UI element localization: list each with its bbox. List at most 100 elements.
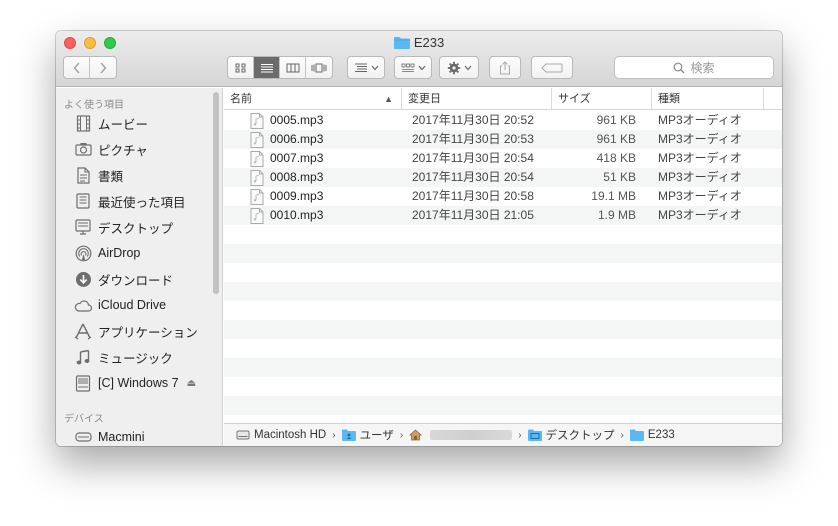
path-item-desktop[interactable]: デスクトップ <box>527 427 615 443</box>
harddrive-icon <box>236 429 250 441</box>
sidebar-item-desktop[interactable]: デスクトップ <box>73 216 173 238</box>
desktop-icon <box>73 218 93 236</box>
sidebar-item-label: ムービー <box>98 117 149 132</box>
music-icon <box>73 348 93 366</box>
window-title: E233 <box>56 35 782 52</box>
sidebar-item-label: Macmini <box>98 430 145 444</box>
list-view-button[interactable] <box>254 57 280 78</box>
chevron-left-icon <box>73 62 80 73</box>
file-size: 418 KB <box>596 151 636 165</box>
chevron-right-icon: › <box>620 429 624 441</box>
file-kind: MP3オーディオ <box>658 113 742 127</box>
table-row[interactable]: 0007.mp3 2017年11月30日 20:54 418 KB MP3オーデ… <box>224 149 782 168</box>
sidebar-item-windows7[interactable]: [C] Windows 7 ⏏ <box>73 372 196 394</box>
path-bar: Macintosh HD › ユーザ › › デスクトップ › E233 <box>224 423 782 446</box>
column-header-name[interactable]: 名前 ▲ <box>224 88 402 110</box>
icon-view-button[interactable] <box>228 57 254 78</box>
file-date: 2017年11月30日 20:52 <box>412 113 534 127</box>
sidebar-item-downloads[interactable]: ダウンロード <box>73 268 173 290</box>
search-field[interactable]: 検索 <box>614 56 774 79</box>
column-header-kind[interactable]: 種類 <box>652 88 764 110</box>
column-header-date[interactable]: 変更日 <box>402 88 552 110</box>
path-item-disk[interactable]: Macintosh HD <box>236 429 326 441</box>
toolbar: E233 検索 <box>56 31 782 87</box>
arrange-button[interactable] <box>394 56 432 79</box>
empty-row <box>224 263 782 282</box>
search-icon <box>674 62 685 73</box>
sidebar-item-label: AirDrop <box>98 246 141 260</box>
gallery-view-button[interactable] <box>306 57 332 78</box>
sidebar-item-airdrop[interactable]: AirDrop <box>73 242 140 264</box>
sidebar-item-label: iCloud Drive <box>98 298 167 312</box>
path-item-users[interactable]: ユーザ <box>341 427 394 443</box>
audio-file-icon <box>250 150 264 167</box>
sidebar-item-label: 最近使った項目 <box>98 195 186 210</box>
users-folder-icon <box>341 429 356 441</box>
sidebar-item-recents[interactable]: 最近使った項目 <box>73 190 186 212</box>
chevron-down-icon <box>464 65 471 70</box>
column-view-button[interactable] <box>280 57 306 78</box>
file-kind: MP3オーディオ <box>658 189 742 203</box>
home-icon <box>409 429 423 441</box>
table-row[interactable]: 0010.mp3 2017年11月30日 21:05 1.9 MB MP3オーデ… <box>224 206 782 225</box>
chevron-right-icon: › <box>399 429 404 441</box>
action-button[interactable] <box>439 56 479 79</box>
column-header-name-label: 名前 <box>230 93 252 105</box>
view-mode-control <box>227 56 333 79</box>
sidebar-item-icloud[interactable]: iCloud Drive <box>73 294 166 316</box>
camera-icon <box>73 140 93 158</box>
audio-file-icon <box>250 112 264 129</box>
nav-buttons <box>63 56 117 79</box>
chevron-right-icon <box>100 62 107 73</box>
grid-icon <box>235 63 245 72</box>
eject-icon[interactable]: ⏏ <box>187 378 196 389</box>
sort-ascending-icon: ▲ <box>384 94 393 104</box>
file-size: 19.1 MB <box>591 189 636 203</box>
audio-file-icon <box>250 131 264 148</box>
sidebar-item-pictures[interactable]: ピクチャ <box>73 138 148 160</box>
sidebar-item-music[interactable]: ミュージック <box>73 346 173 368</box>
sidebar-item-label: アプリケーション <box>98 325 198 340</box>
sidebar-item-movies[interactable]: ムービー <box>73 112 148 134</box>
column-headers: 名前 ▲ 変更日 サイズ 種類 <box>224 88 782 110</box>
group-by-button[interactable] <box>347 56 385 79</box>
file-size: 1.9 MB <box>597 208 636 222</box>
gear-icon <box>447 61 460 74</box>
path-item-folder[interactable]: E233 <box>629 429 675 441</box>
file-name: 0008.mp3 <box>270 170 324 184</box>
list-icon <box>260 63 273 72</box>
sidebar-item-label: ダウンロード <box>98 273 174 288</box>
file-kind: MP3オーディオ <box>658 208 742 222</box>
column-header-size[interactable]: サイズ <box>552 88 652 110</box>
back-button[interactable] <box>64 57 90 78</box>
sidebar-item-applications[interactable]: アプリケーション <box>73 320 198 342</box>
empty-row <box>224 282 782 301</box>
sidebar-item-documents[interactable]: 書類 <box>73 164 123 186</box>
sidebar-item-macmini[interactable]: Macmini <box>73 426 145 446</box>
document-icon <box>73 166 93 184</box>
column-header-date-label: 変更日 <box>408 93 441 105</box>
chevron-down-icon <box>418 65 425 70</box>
empty-row <box>224 225 782 244</box>
empty-row <box>224 339 782 358</box>
table-row[interactable]: 0008.mp3 2017年11月30日 20:54 51 KB MP3オーディ… <box>224 168 782 187</box>
table-row[interactable]: 0009.mp3 2017年11月30日 20:58 19.1 MB MP3オー… <box>224 187 782 206</box>
forward-button[interactable] <box>90 57 116 78</box>
sidebar-item-label: デスクトップ <box>98 221 174 236</box>
desktop-folder-icon <box>527 429 542 441</box>
tags-button[interactable] <box>531 56 573 79</box>
share-button[interactable] <box>489 56 521 79</box>
file-size: 961 KB <box>596 132 636 146</box>
path-label: E233 <box>647 429 675 441</box>
download-icon <box>73 270 93 288</box>
file-date: 2017年11月30日 20:53 <box>412 132 534 146</box>
arrange-grid-icon <box>401 63 414 72</box>
film-icon <box>73 114 93 132</box>
file-date: 2017年11月30日 20:54 <box>412 170 534 184</box>
sidebar-scrollbar[interactable] <box>213 92 219 294</box>
file-date: 2017年11月30日 20:58 <box>412 189 534 203</box>
recents-icon <box>73 192 93 210</box>
table-row[interactable]: 0006.mp3 2017年11月30日 20:53 961 KB MP3オーデ… <box>224 130 782 149</box>
table-row[interactable]: 0005.mp3 2017年11月30日 20:52 961 KB MP3オーデ… <box>224 111 782 130</box>
path-item-home[interactable] <box>409 429 513 441</box>
